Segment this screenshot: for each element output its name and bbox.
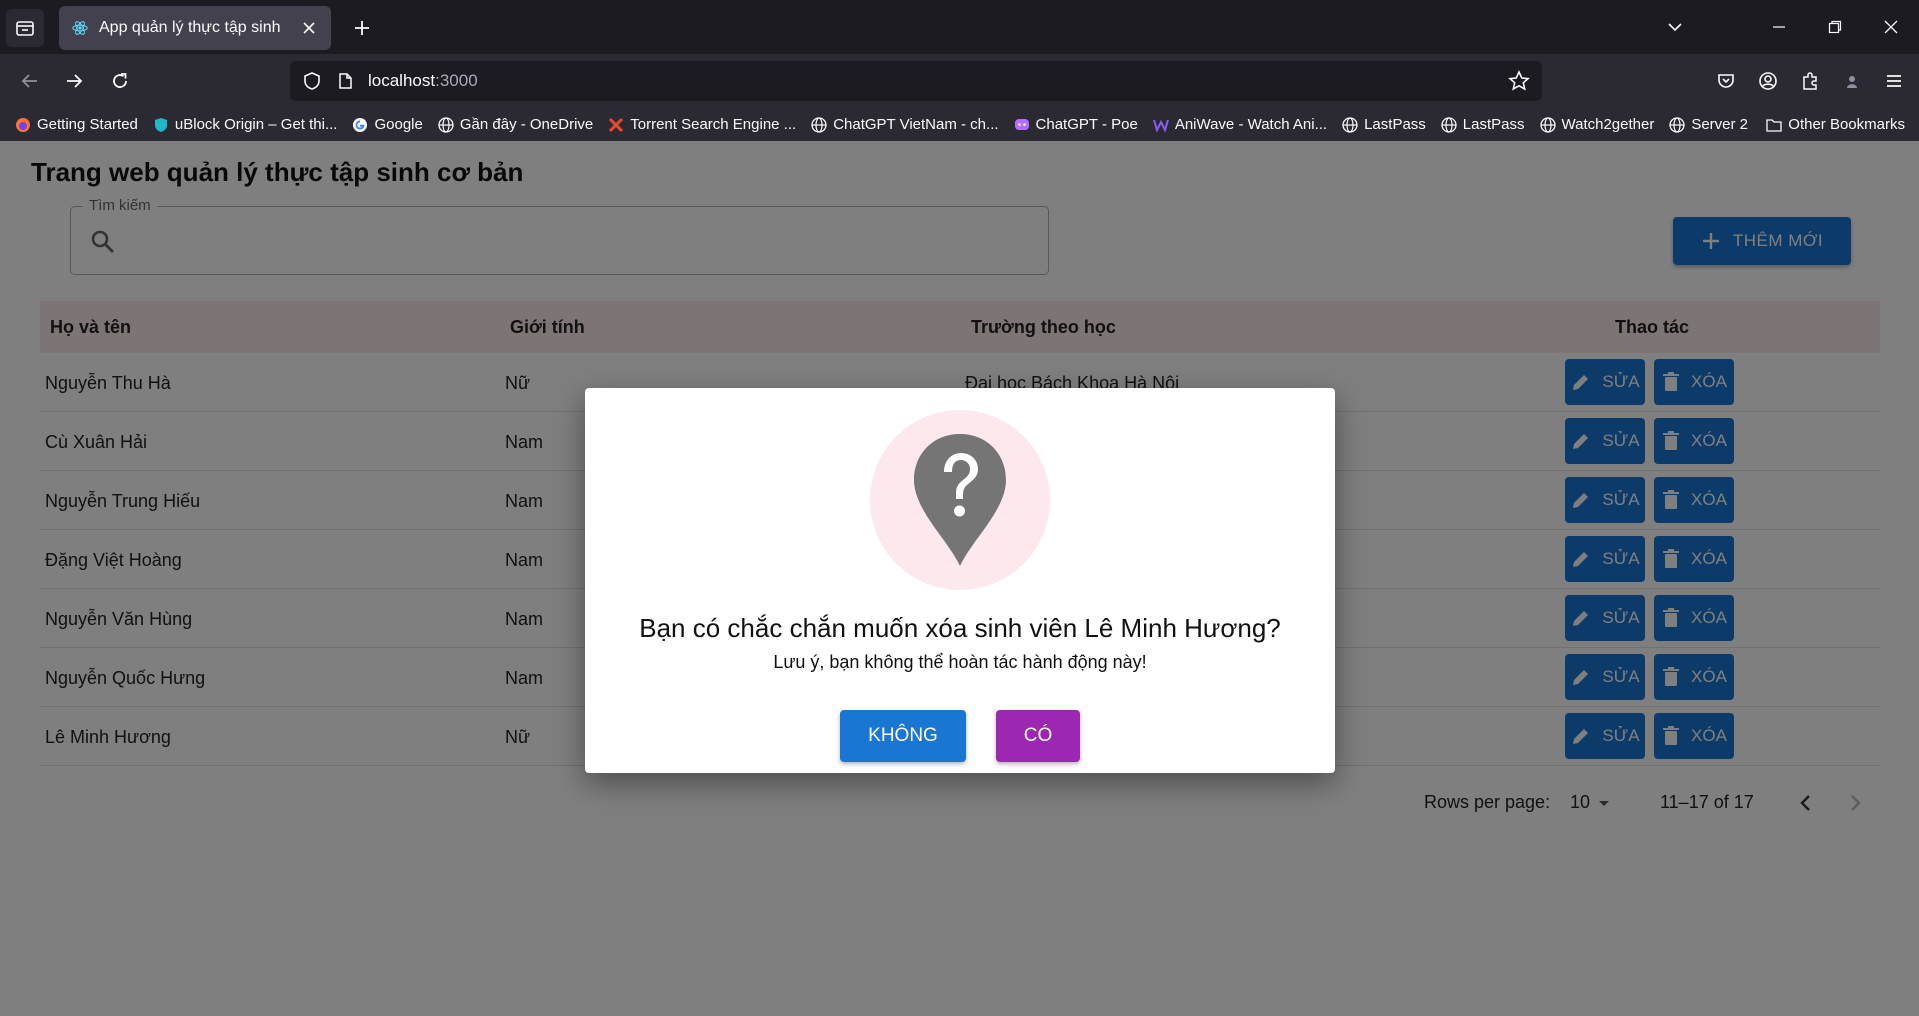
globe-icon xyxy=(1539,116,1557,134)
pocket-button[interactable] xyxy=(1709,64,1743,98)
globe-icon xyxy=(437,116,455,134)
toolbar-icons xyxy=(1709,64,1911,98)
account-button[interactable] xyxy=(1751,64,1785,98)
chevron-down-icon xyxy=(1668,23,1682,32)
minimize-button[interactable] xyxy=(1751,0,1807,54)
bookmark-server-2[interactable]: Server 2 xyxy=(1668,116,1748,134)
restore-button[interactable] xyxy=(1807,0,1863,54)
bookmark-label: uBlock Origin – Get thi... xyxy=(174,116,338,133)
close-window-button[interactable] xyxy=(1863,0,1919,54)
extension-button[interactable] xyxy=(1835,64,1869,98)
arrow-left-icon xyxy=(21,74,37,88)
new-tab-button[interactable] xyxy=(348,14,376,42)
plus-icon xyxy=(355,21,369,35)
aniwave-icon xyxy=(1152,116,1170,134)
bookmark-label: Google xyxy=(374,116,423,133)
bookmark-label: ChatGPT - Poe xyxy=(1035,116,1138,133)
reload-icon xyxy=(113,73,127,88)
bookmark-label: Gần đây - OneDrive xyxy=(459,116,594,133)
extension-icon xyxy=(1847,76,1857,88)
close-icon xyxy=(303,22,315,34)
arrow-right-icon xyxy=(67,74,83,88)
bookmark-label: Torrent Search Engine ... xyxy=(630,116,797,133)
firefox-icon xyxy=(14,116,32,134)
back-button[interactable] xyxy=(13,64,47,98)
tab-title: App quản lý thực tập sinh xyxy=(99,19,281,36)
url-port: :3000 xyxy=(435,71,478,90)
bookmark-onedrive[interactable]: Gần đây - OneDrive xyxy=(437,116,593,134)
extensions-button[interactable] xyxy=(1793,64,1827,98)
tab-close-button[interactable] xyxy=(299,18,319,38)
delete-confirm-dialog: Bạn có chắc chắn muốn xóa sinh viên Lê M… xyxy=(585,388,1335,773)
dialog-subtitle: Lưu ý, bạn không thể hoàn tác hành động … xyxy=(773,652,1147,672)
close-icon xyxy=(1884,20,1898,34)
window-controls xyxy=(1647,0,1919,54)
bookmark-aniwave[interactable]: AniWave - Watch Ani... xyxy=(1152,116,1327,134)
page-icon xyxy=(339,73,352,89)
bookmark-label: AniWave - Watch Ani... xyxy=(1174,116,1328,133)
account-icon xyxy=(1759,72,1777,90)
forward-button[interactable] xyxy=(57,64,91,98)
puzzle-icon xyxy=(1803,72,1817,90)
bookmark-watch2gether[interactable]: Watch2gether xyxy=(1539,116,1655,134)
bookmark-google[interactable]: Google xyxy=(351,116,423,134)
globe-icon xyxy=(1668,116,1686,134)
question-marker-icon xyxy=(870,410,1050,590)
star-icon[interactable] xyxy=(1508,70,1530,92)
list-all-tabs-button[interactable] xyxy=(1647,0,1703,54)
bookmark-label: Getting Started xyxy=(37,116,138,133)
bookmark-label: Watch2gether xyxy=(1561,116,1655,133)
bookmark-ublock[interactable]: uBlock Origin – Get thi... xyxy=(152,116,338,134)
react-icon xyxy=(72,21,88,35)
bookmark-getting-started[interactable]: Getting Started xyxy=(14,116,138,134)
globe-icon xyxy=(810,116,828,134)
bookmark-label: LastPass xyxy=(1462,116,1525,133)
dialog-no-button[interactable]: KHÔNG xyxy=(840,710,966,762)
tab-list-button[interactable] xyxy=(6,9,44,47)
globe-icon xyxy=(1341,116,1359,134)
dialog-title: Bạn có chắc chắn muốn xóa sinh viên Lê M… xyxy=(639,613,1281,643)
bookmark-lastpass-1[interactable]: LastPass xyxy=(1341,116,1426,134)
bookmark-label: Server 2 xyxy=(1691,116,1749,133)
globe-icon xyxy=(1440,116,1458,134)
url-text: localhost:3000 xyxy=(368,71,1494,91)
folder-icon xyxy=(1765,116,1783,134)
poe-icon xyxy=(1013,116,1031,134)
bookmark-label: ChatGPT VietNam - ch... xyxy=(833,116,999,133)
tab-list-icon xyxy=(16,21,34,36)
menu-button[interactable] xyxy=(1877,64,1911,98)
tab-bar: App quản lý thực tập sinh xyxy=(0,0,1919,54)
bookmark-label: Other Bookmarks xyxy=(1788,116,1905,133)
nav-bar: localhost:3000 xyxy=(0,54,1919,108)
other-bookmarks[interactable]: Other Bookmarks xyxy=(1765,116,1905,134)
bookmark-label: LastPass xyxy=(1364,116,1426,133)
bookmarks-bar: Getting Started uBlock Origin – Get thi.… xyxy=(0,108,1919,141)
bookmark-poe[interactable]: ChatGPT - Poe xyxy=(1013,116,1138,134)
torrent-icon xyxy=(607,116,625,134)
reload-button[interactable] xyxy=(103,64,137,98)
shield-icon xyxy=(304,72,320,90)
bookmark-torrent[interactable]: Torrent Search Engine ... xyxy=(607,116,796,134)
dialog-yes-button[interactable]: CÓ xyxy=(996,710,1080,762)
bookmark-lastpass-2[interactable]: LastPass xyxy=(1440,116,1525,134)
restore-icon xyxy=(1828,20,1842,34)
minimize-icon xyxy=(1773,26,1785,28)
hamburger-icon xyxy=(1887,75,1901,87)
url-bar[interactable]: localhost:3000 xyxy=(290,61,1542,101)
url-host: localhost xyxy=(368,71,436,90)
tab-active[interactable]: App quản lý thực tập sinh xyxy=(59,6,331,50)
bookmark-chatgpt-vietnam[interactable]: ChatGPT VietNam - ch... xyxy=(810,116,999,134)
browser-chrome: App quản lý thực tập sinh localhost:3000… xyxy=(0,0,1919,141)
ublock-icon xyxy=(152,116,170,134)
pocket-icon xyxy=(1718,74,1734,88)
google-icon xyxy=(351,116,369,134)
